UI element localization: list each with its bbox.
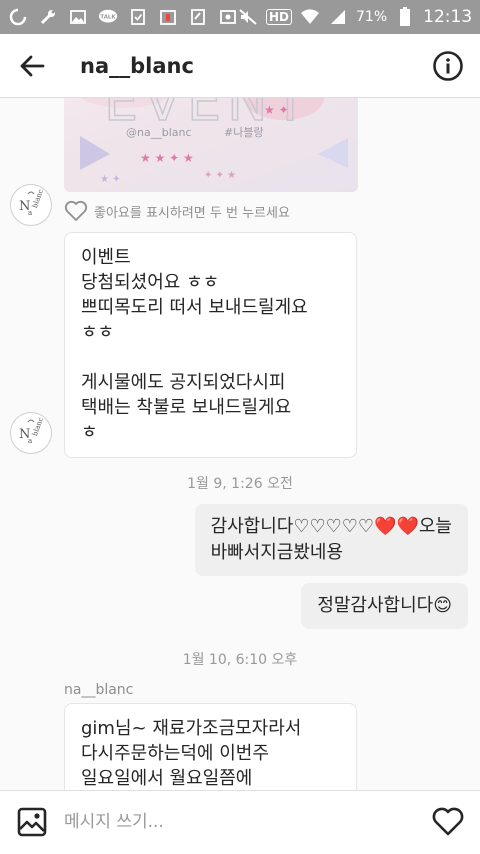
svg-text:✦ ✦ ★: ✦ ✦ ★ [204, 170, 236, 181]
mute-icon [238, 7, 258, 27]
warning-notification-icon [158, 7, 178, 27]
incoming-message[interactable]: 이벤트 당첨되셨어요 ㅎㅎ 쁘띠목도리 떠서 보내드릴게요 ㅎㅎ 게시물에도 공… [64, 232, 357, 458]
info-button[interactable] [416, 34, 480, 98]
svg-text:blanc: blanc [31, 416, 45, 437]
heart-outline-icon [64, 200, 88, 221]
outgoing-message[interactable]: 감사합니다♡♡♡♡♡❤️❤️오늘 바빠서지금봤네용 [194, 504, 468, 576]
shared-post-image[interactable]: EVENT @na__blanc #나블랑 ★ ★ ✦ ★ ★ ✦ ✦ ✦ ★ … [64, 98, 358, 192]
message-line: 정말감사합니다😊 [317, 595, 452, 616]
back-button[interactable] [0, 34, 64, 98]
download-done-icon [128, 7, 148, 27]
message-line: 일요일에서 월요일쯤에 [81, 768, 253, 789]
hd-icon: HD [266, 9, 293, 25]
timestamp: 1월 9, 1:26 오전 [187, 476, 293, 492]
signal-icon [328, 7, 348, 27]
message-list[interactable]: EVENT @na__blanc #나블랑 ★ ★ ✦ ★ ★ ✦ ✦ ✦ ★ … [0, 98, 480, 790]
screenshot-icon [218, 7, 238, 27]
message-line: 게시물에도 공지되었다시피 [81, 372, 286, 393]
message-line [81, 345, 340, 370]
svg-text:@na__blanc: @na__blanc [126, 126, 192, 139]
svg-text:★ ✦: ★ ✦ [264, 103, 289, 117]
brand-logo-icon: N a blanc [19, 416, 45, 445]
message-line: ㅎㅎ [81, 322, 115, 343]
event-graphic: EVENT @na__blanc #나블랑 ★ ★ ✦ ★ ★ ✦ ✦ ✦ ★ … [80, 98, 348, 185]
timestamp: 1월 10, 6:10 오후 [182, 652, 298, 668]
gallery-notification-icon [68, 7, 88, 27]
battery-percent: 71% [356, 9, 388, 25]
message-line: 바빠서지금봤네용 [210, 542, 344, 563]
clock: 12:13 [423, 7, 473, 27]
message-line: 택배는 착불로 보내드릴게요 [81, 397, 292, 418]
avatar[interactable]: N a blanc [10, 184, 52, 226]
avatar[interactable]: N a blanc [10, 412, 52, 454]
wifi-icon [300, 7, 320, 27]
message-line: 이벤트 [81, 247, 131, 268]
svg-text:#나블랑: #나블랑 [224, 126, 264, 139]
thread-header: na__blanc [0, 34, 480, 98]
svg-text:TALK: TALK [100, 14, 116, 20]
thread-title[interactable]: na__blanc [80, 54, 194, 78]
svg-text:blanc: blanc [31, 188, 45, 209]
info-circle-icon [433, 50, 463, 81]
svg-text:★ ✦: ★ ✦ [100, 174, 121, 185]
message-line: 쁘띠목도리 떠서 보내드릴게요 [81, 297, 308, 318]
wrench-icon [38, 7, 58, 27]
notification-icons: TALK [8, 7, 238, 27]
heart-outline-icon [432, 807, 464, 836]
status-bar: TALK HD 71% 12:13 [0, 0, 480, 34]
message-input[interactable] [64, 802, 404, 842]
system-icons: HD 71% 12:13 [238, 7, 472, 27]
svg-text:★ ★ ✦ ★: ★ ★ ✦ ★ [140, 151, 194, 165]
arrow-left-icon [20, 55, 45, 76]
message-composer [0, 790, 480, 853]
outgoing-message[interactable]: 정말감사합니다😊 [301, 583, 468, 629]
message-line: ㅎ [81, 422, 98, 443]
double-tap-like-hint: 좋아요를 표시하려면 두 번 누르세요 [64, 200, 290, 222]
brand-logo-icon: N a blanc [19, 188, 45, 217]
incoming-message[interactable]: gim님~ 재료가조금모자라서 다시주문하는덕에 이번주 일요일에서 월요일쯤에 [64, 703, 357, 790]
battery-icon [395, 7, 415, 27]
message-line: gim님~ 재료가조금모자라서 [81, 718, 302, 739]
like-hint-text: 좋아요를 표시하려면 두 번 누르세요 [94, 205, 290, 221]
gallery-button[interactable] [0, 791, 64, 854]
message-line: 당첨되셨어요 ㅎㅎ [81, 272, 220, 293]
svg-text:a: a [28, 437, 32, 445]
image-icon [17, 807, 47, 837]
sender-name: na__blanc [64, 682, 134, 698]
heart-button[interactable] [416, 791, 480, 854]
svg-text:a: a [28, 209, 32, 217]
document-notification-icon [188, 7, 208, 27]
talk-icon: TALK [98, 7, 118, 27]
app-notification-icon [8, 7, 28, 27]
message-line: 다시주문하는덕에 이번주 [81, 743, 269, 764]
message-line: 감사합니다♡♡♡♡♡❤️❤️오늘 [210, 516, 452, 537]
